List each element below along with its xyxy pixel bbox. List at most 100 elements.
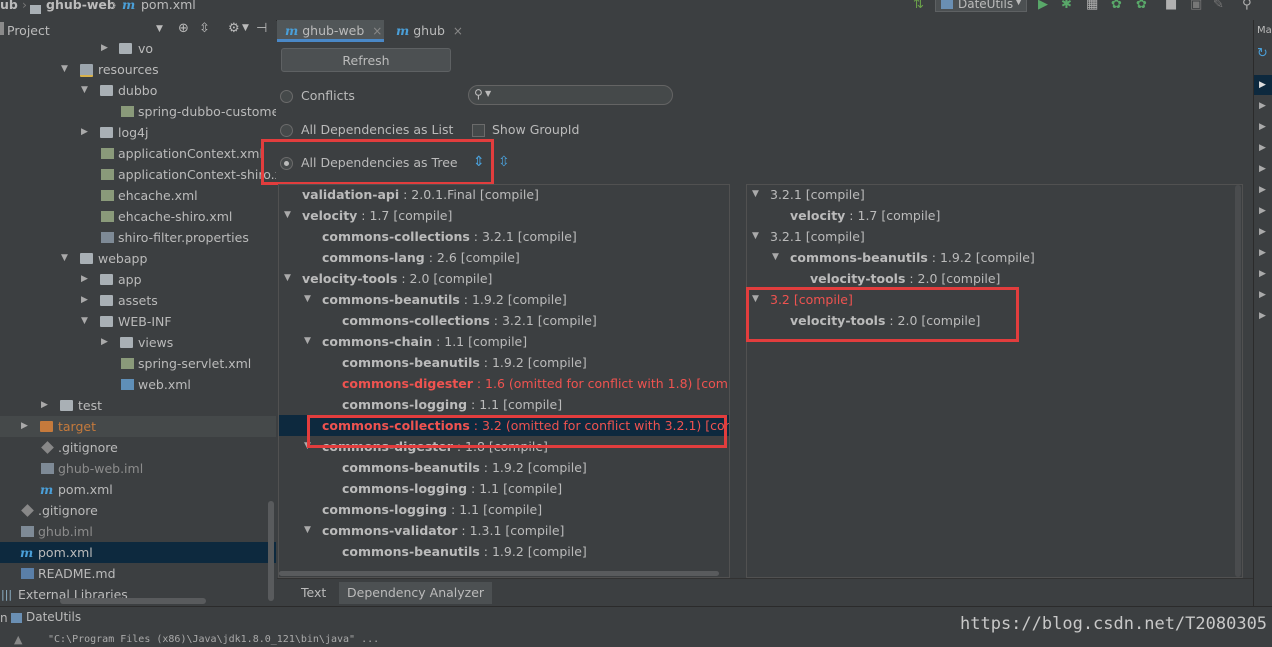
jrebel-debug-icon[interactable]: ✿	[1136, 0, 1147, 12]
tree-row[interactable]: ▼ commons-chain : 1.1 [compile]	[279, 331, 729, 352]
up-icon[interactable]: ▲	[14, 633, 22, 646]
chevron-right-icon[interactable]: ▶	[1259, 143, 1266, 153]
tab-ghub-web[interactable]: m ghub-web ×	[277, 20, 384, 42]
chevron-down-icon[interactable]: ▼	[284, 205, 291, 226]
chevron-down-icon[interactable]: ▼	[304, 331, 311, 352]
tree-item[interactable]: ▶ views	[0, 332, 276, 353]
tab-text[interactable]: Text	[293, 582, 334, 604]
usage-row[interactable]: ▼ commons-beanutils : 1.9.2 [compile]	[747, 247, 1242, 268]
chevron-down-icon[interactable]: ▼	[81, 311, 88, 332]
run-tab-dateutils[interactable]: DateUtils	[26, 610, 81, 624]
tree-item[interactable]: ▶ test	[0, 395, 276, 416]
project-view-select[interactable]: Project	[7, 23, 50, 38]
build-icon[interactable]: ⇅	[913, 0, 924, 12]
tree-row[interactable]: commons-logging : 1.1 [compile]	[279, 478, 729, 499]
tree-h-scrollbar[interactable]	[279, 571, 719, 576]
tree-item[interactable]: ehcache-shiro.xml	[0, 206, 276, 227]
usage-row[interactable]: velocity-tools : 2.0 [compile]	[747, 268, 1242, 289]
tree-item[interactable]: spring-dubbo-customer	[0, 101, 276, 122]
chevron-down-icon[interactable]: ▼	[61, 248, 68, 269]
tree-item[interactable]: web.xml	[0, 374, 276, 395]
chevron-down-icon[interactable]: ▼	[752, 226, 759, 247]
chevron-right-icon[interactable]: ▶	[1259, 122, 1266, 132]
tree-item[interactable]: m pom.xml	[0, 479, 276, 500]
chevron-down-icon[interactable]: ▼	[156, 24, 163, 34]
gear-icon[interactable]: ⚙	[228, 21, 240, 36]
chevron-down-icon[interactable]: ▼	[81, 80, 88, 101]
chevron-right-icon[interactable]: ▶	[101, 332, 108, 353]
chevron-right-icon[interactable]: ▶	[1259, 101, 1266, 111]
coverage-icon[interactable]: ▦	[1086, 0, 1098, 12]
chevron-down-icon[interactable]: ▼	[304, 289, 311, 310]
usage-row[interactable]: ▼ 3.2.1 [compile]	[747, 185, 1242, 205]
locate-icon[interactable]: ⊕	[178, 21, 189, 36]
tree-item[interactable]: spring-servlet.xml	[0, 353, 276, 374]
close-icon[interactable]: ×	[453, 24, 463, 38]
run-icon[interactable]: ▶	[1038, 0, 1048, 12]
tree-item[interactable]: ghub-web.iml	[0, 458, 276, 479]
tree-row[interactable]: commons-logging : 1.1 [compile]	[279, 499, 729, 520]
jrebel-run-icon[interactable]: ✿	[1111, 0, 1122, 12]
usage-row[interactable]: velocity : 1.7 [compile]	[747, 205, 1242, 226]
conflicts-radio[interactable]	[280, 90, 293, 103]
tree-row-conflict[interactable]: commons-digester : 1.6 (omitted for conf…	[279, 373, 729, 394]
collapse-all-icon[interactable]: ⇳	[199, 21, 210, 36]
tree-item[interactable]: ▶ log4j	[0, 122, 276, 143]
usages-scrollbar[interactable]	[1235, 185, 1241, 577]
chevron-right-icon[interactable]: ▶	[1259, 227, 1266, 237]
show-groupid-checkbox[interactable]	[472, 124, 485, 137]
tab-ghub[interactable]: m ghub ×	[388, 20, 478, 42]
chevron-right-icon[interactable]: ▶	[101, 41, 108, 59]
chevron-down-icon[interactable]: ▼	[61, 59, 68, 80]
search-input[interactable]: ⚲ ▼	[468, 85, 673, 105]
chevron-down-icon[interactable]: ▼	[304, 520, 311, 541]
chevron-right-icon[interactable]: ▶	[1259, 206, 1266, 216]
tab-dependency-analyzer[interactable]: Dependency Analyzer	[339, 582, 493, 604]
run-config-select[interactable]: DateUtils ▼	[935, 0, 1027, 12]
chevron-right-icon[interactable]: ▶	[1259, 185, 1266, 195]
debug-icon[interactable]: ✱	[1061, 0, 1072, 12]
tree-item[interactable]: README.md	[0, 563, 276, 584]
tree-row[interactable]: commons-logging : 1.1 [compile]	[279, 394, 729, 415]
chevron-right-icon[interactable]: ▶	[21, 416, 28, 437]
tree-item[interactable]: m pom.xml	[0, 542, 276, 563]
tree-row[interactable]: commons-beanutils : 1.9.2 [compile]	[279, 541, 729, 562]
collapse-all-icon[interactable]: ⇳	[498, 154, 510, 170]
tree-item[interactable]: ▼ webapp	[0, 248, 276, 269]
tree-row[interactable]: ▼ velocity-tools : 2.0 [compile]	[279, 268, 729, 289]
tree-item[interactable]: .gitignore	[0, 437, 276, 458]
tree-item[interactable]: shiro-filter.properties	[0, 227, 276, 248]
chevron-right-icon[interactable]: ▶	[1259, 248, 1266, 258]
maven-projects-tab[interactable]: Ma	[1257, 25, 1272, 36]
tree-item[interactable]: ghub.iml	[0, 521, 276, 542]
breadcrumb-file[interactable]: pom.xml	[141, 0, 196, 12]
tree-item[interactable]: ▼ resources	[0, 59, 276, 80]
chevron-right-icon[interactable]: ▶	[81, 269, 88, 290]
chevron-right-icon[interactable]: ▶	[1259, 290, 1266, 300]
chevron-right-icon[interactable]: ▶	[1259, 80, 1266, 90]
tree-item[interactable]: ehcache.xml	[0, 185, 276, 206]
tree-item[interactable]: ▶ assets	[0, 290, 276, 311]
chevron-right-icon[interactable]: ▶	[81, 122, 88, 143]
vcs-icon[interactable]: ⚲	[1242, 0, 1252, 12]
list-radio[interactable]	[280, 124, 293, 137]
tree-row[interactable]: commons-collections : 3.2.1 [compile]	[279, 310, 729, 331]
tree-item[interactable]: applicationContext-shiro.xml	[0, 164, 276, 185]
tree-item[interactable]: applicationContext.xml	[0, 143, 276, 164]
tree-item[interactable]: ▶ target	[0, 416, 276, 437]
project-tree-h-scrollbar[interactable]	[60, 598, 206, 604]
chevron-down-icon[interactable]: ▼	[242, 23, 249, 33]
chevron-right-icon[interactable]: ▶	[41, 395, 48, 416]
usage-row[interactable]: ▼ 3.2.1 [compile]	[747, 226, 1242, 247]
tree-item[interactable]: ▼ dubbo	[0, 80, 276, 101]
chevron-down-icon[interactable]: ▼	[284, 268, 291, 289]
breadcrumb-root[interactable]: ub	[0, 0, 18, 12]
chevron-down-icon[interactable]: ▼	[772, 247, 779, 268]
chevron-right-icon[interactable]: ▶	[81, 290, 88, 311]
chevron-right-icon[interactable]: ▶	[1259, 164, 1266, 174]
tree-item[interactable]: ▶ app	[0, 269, 276, 290]
breadcrumb-project[interactable]: ghub-web	[46, 0, 116, 12]
tree-row[interactable]: commons-beanutils : 1.9.2 [compile]	[279, 352, 729, 373]
tree-item[interactable]: ▼ WEB-INF	[0, 311, 276, 332]
tree-row[interactable]: validation-api : 2.0.1.Final [compile]	[279, 185, 729, 205]
